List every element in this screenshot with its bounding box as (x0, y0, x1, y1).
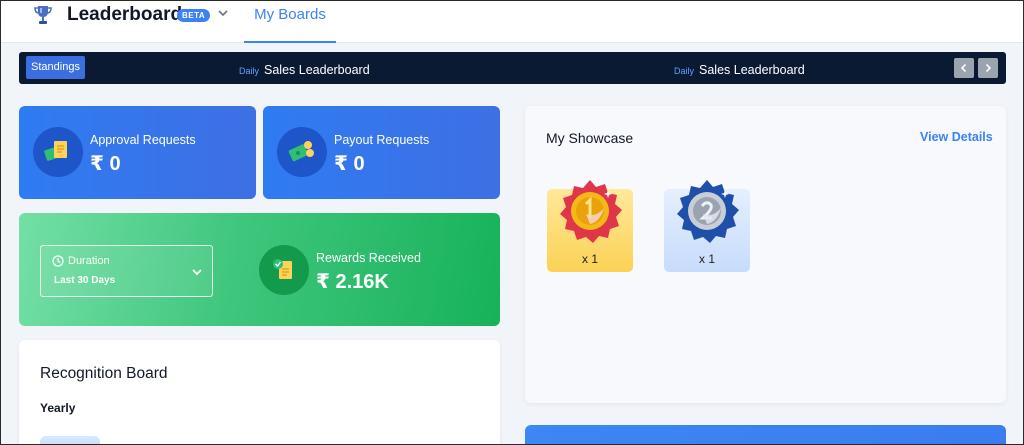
approval-icon (33, 127, 83, 177)
clock-icon (52, 255, 64, 267)
approval-value: ₹ 0 (90, 153, 121, 175)
gold-medal-icon (560, 180, 622, 243)
duration-label: Duration (68, 255, 110, 267)
ticker-board-name: Sales Leaderboard (699, 63, 805, 77)
showcase-title: My Showcase (546, 130, 634, 146)
bottom-panel (525, 425, 1006, 444)
approval-label: Approval Requests (90, 133, 196, 147)
tab-my-boards[interactable]: My Boards (244, 1, 336, 43)
app-frame: Leaderboards BETA My Boards Standings Da… (0, 0, 1024, 445)
rewards-card: Duration Last 30 Days Rewards Received ₹… (19, 213, 500, 326)
duration-dropdown[interactable]: Duration Last 30 Days (40, 245, 213, 297)
beta-badge: BETA (177, 9, 211, 22)
rewards-icon (259, 245, 309, 295)
showcase-panel: My Showcase View Details x 1 x 1 (525, 106, 1006, 403)
chevron-down-icon (192, 269, 202, 276)
chevron-down-icon[interactable] (216, 6, 230, 20)
payout-icon (277, 127, 327, 177)
recognition-title: Recognition Board (40, 365, 168, 382)
medal-card-silver[interactable]: x 1 (664, 180, 750, 272)
top-bar: Leaderboards BETA My Boards (1, 1, 1023, 43)
payout-value: ₹ 0 (334, 153, 365, 175)
chevron-right-icon (985, 63, 992, 73)
ticker-prev-button[interactable] (954, 58, 974, 78)
rewards-label: Rewards Received (316, 251, 421, 265)
payout-requests-card[interactable]: Payout Requests ₹ 0 (263, 106, 500, 199)
ticker-period: Daily (674, 66, 695, 76)
approval-requests-card[interactable]: Approval Requests ₹ 0 (19, 106, 256, 199)
silver-medal-icon (677, 180, 739, 243)
payout-label: Payout Requests (334, 133, 430, 147)
ticker-next-button[interactable] (978, 58, 998, 78)
app-title: Leaderboards (67, 4, 193, 25)
recognition-card-preview[interactable] (40, 436, 100, 444)
ticker-board-name: Sales Leaderboard (264, 63, 370, 77)
medal-count: x 1 (698, 252, 715, 266)
ticker-item[interactable]: Daily Sales Leaderboard (239, 61, 370, 79)
standings-button[interactable]: Standings (26, 56, 85, 79)
ticker-period: Daily (239, 66, 260, 76)
medal-count: x 1 (581, 252, 598, 266)
trophy-icon (34, 6, 52, 24)
leaderboard-ticker: Standings Daily Sales Leaderboard Daily Sa… (19, 52, 1006, 84)
recognition-period: Yearly (40, 401, 76, 415)
chevron-left-icon (960, 63, 967, 73)
ticker-item[interactable]: Daily Sales Leaderboard (674, 61, 805, 79)
medal-card-gold[interactable]: x 1 (547, 180, 633, 272)
view-details-link[interactable]: View Details (920, 130, 993, 144)
recognition-board-panel: Recognition Board Yearly (19, 340, 500, 444)
rewards-value: ₹ 2.16K (316, 271, 389, 293)
duration-value: Last 30 Days (54, 275, 116, 286)
